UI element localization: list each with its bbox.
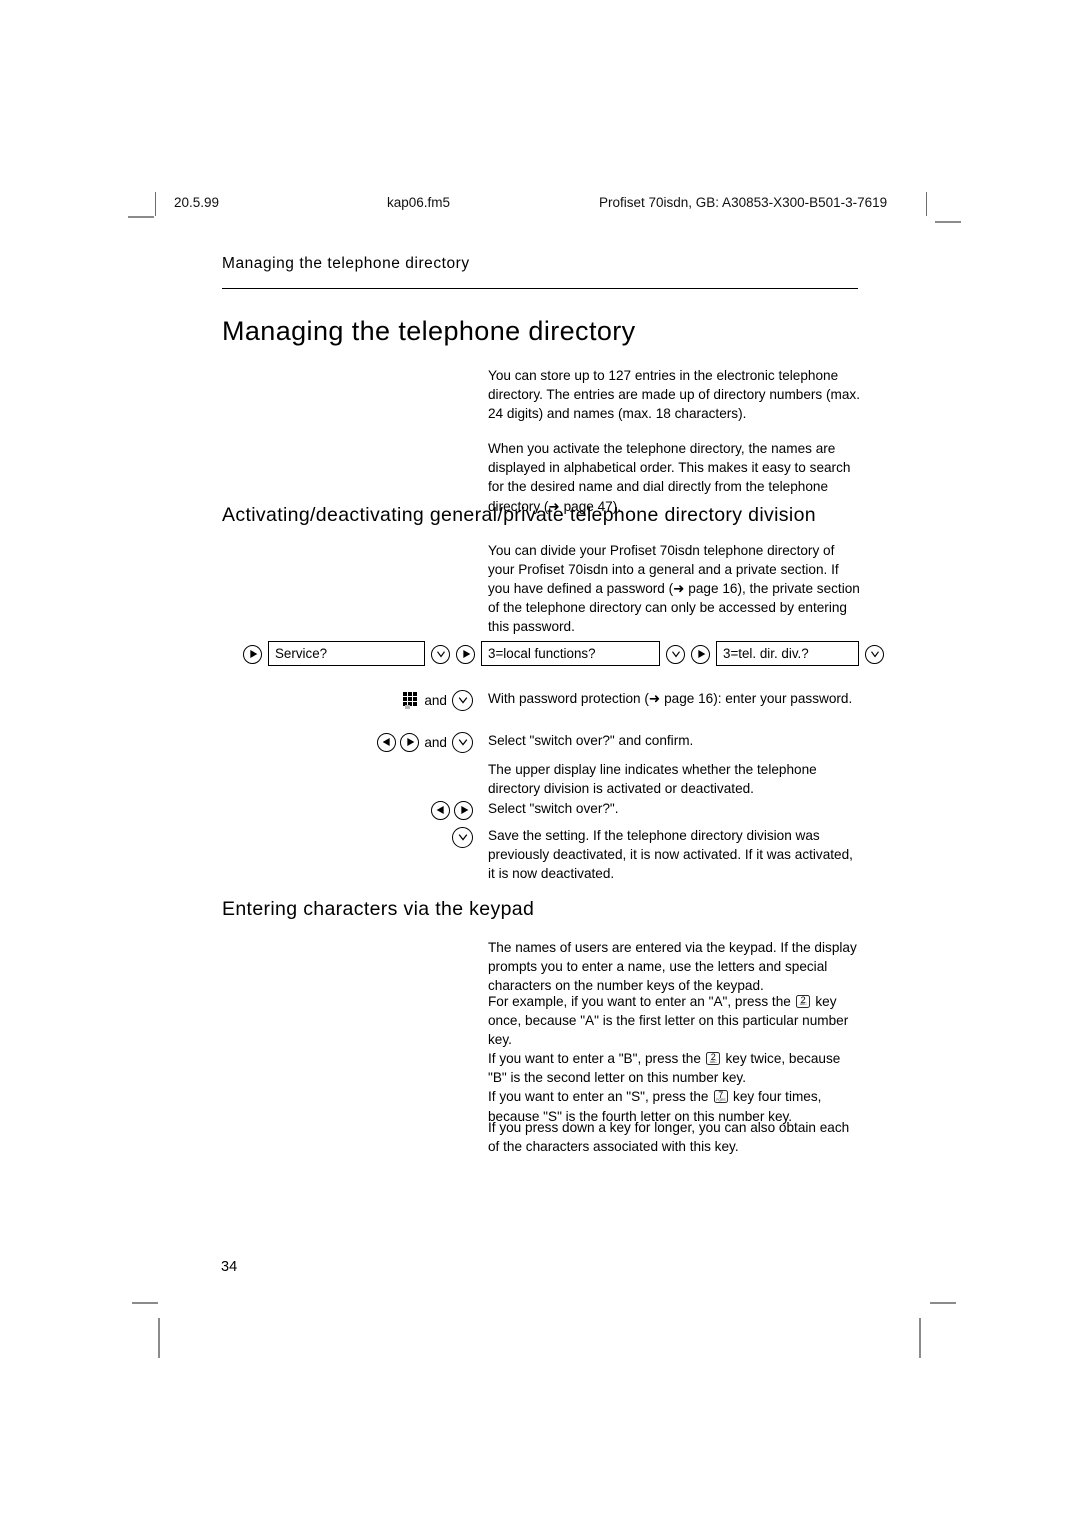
- instruction-text-display-note: The upper display line indicates whether…: [488, 762, 817, 797]
- number-key-7-icon[interactable]: 7 PQRS: [713, 1090, 728, 1104]
- sequence-step-3-confirm[interactable]: [865, 641, 884, 667]
- intro-paragraph-1: You can store up to 127 entries in the e…: [488, 368, 860, 422]
- heading-directory-division: Activating/deactivating general/private …: [222, 504, 816, 526]
- keypad-intro-block: The names of users are entered via the k…: [488, 938, 860, 995]
- header-filename: kap06.fm5: [387, 195, 451, 210]
- crop-mark-bottom-left: [132, 1302, 158, 1304]
- number-key-2-icon[interactable]: 2 ABC: [796, 995, 811, 1008]
- right-arrow-key-icon[interactable]: [691, 644, 710, 664]
- instruction-text-switch-confirm: Select "switch over?" and confirm.: [488, 733, 694, 748]
- instruction-icons-password: and: [243, 689, 473, 711]
- keypad-paragraph-1: The names of users are entered via the k…: [488, 940, 857, 994]
- example-b-text-before: If you want to enter a "B", press the: [488, 1051, 705, 1067]
- header-document-id: Profiset 70isdn, GB: A30853-X300-B501-3-…: [599, 195, 888, 210]
- right-arrow-key-icon[interactable]: [456, 644, 475, 664]
- number-key-letters: PQRS: [716, 1097, 726, 1102]
- running-head: Managing the telephone directory: [222, 255, 470, 272]
- keypad-example-a: For example, if you want to enter an "A"…: [488, 992, 860, 1049]
- keypad-paragraph-long-press: If you press down a key for longer, you …: [488, 1120, 850, 1155]
- sequence-step-1-arrow[interactable]: [243, 641, 262, 667]
- instruction-icons-switch-confirm: and: [243, 731, 473, 753]
- keypad-icon[interactable]: [403, 691, 419, 709]
- header-date: 20.5.99: [174, 195, 220, 210]
- confirm-key-icon[interactable]: [452, 826, 473, 848]
- number-key-letters: ABC: [799, 1002, 807, 1007]
- example-s-text-before: If you want to enter an "S", press the: [488, 1089, 713, 1105]
- page-title: Managing the telephone directory: [222, 316, 636, 346]
- right-arrow-key-icon[interactable]: [243, 644, 262, 664]
- right-arrow-key-icon[interactable]: [454, 800, 473, 820]
- confirm-key-icon[interactable]: [865, 644, 884, 664]
- conjunction-and: and: [424, 734, 447, 750]
- keypad-longpress-block: If you press down a key for longer, you …: [488, 1118, 860, 1156]
- conjunction-and: and: [424, 692, 447, 708]
- header-rule-left: [155, 192, 156, 216]
- instruction-text-select-switch: Select "switch over?".: [488, 801, 619, 816]
- sequence-display-tel-dir-div: 3=tel. dir. div.?: [716, 641, 859, 666]
- heading-entering-characters: Entering characters via the keypad: [222, 898, 535, 920]
- sequence-display-local-functions: 3=local functions?: [481, 641, 660, 666]
- division-paragraph: You can divide your Profiset 70isdn tele…: [488, 543, 860, 635]
- header-rule-right: [926, 192, 927, 216]
- crop-mark-bottom-left-vertical: [158, 1318, 160, 1358]
- instruction-text-password: With password protection (➜ page 16): en…: [488, 691, 853, 706]
- key-sequence-row: Service? 3=local functions? 3=tel. dir. …: [243, 641, 884, 669]
- left-arrow-key-icon[interactable]: [377, 732, 397, 752]
- intro-text-block: You can store up to 127 entries in the e…: [488, 366, 860, 516]
- confirm-key-icon[interactable]: [452, 689, 473, 711]
- confirm-key-icon[interactable]: [431, 644, 450, 664]
- number-key-2-icon[interactable]: 2 ABC: [706, 1052, 721, 1066]
- number-key-letters: ABC: [709, 1059, 717, 1064]
- confirm-key-icon[interactable]: [452, 731, 473, 753]
- confirm-key-icon[interactable]: [666, 644, 685, 664]
- instruction-icons-save-setting: [243, 826, 473, 848]
- sequence-step-2-confirm[interactable]: [666, 641, 685, 667]
- keypad-examples-block: For example, if you want to enter an "A"…: [488, 992, 860, 1126]
- sequence-step-2-arrow[interactable]: [456, 641, 475, 667]
- sequence-step-1-confirm[interactable]: [431, 641, 450, 667]
- instruction-text-save-setting: Save the setting. If the telephone direc…: [488, 828, 853, 882]
- page-number: 34: [221, 1259, 238, 1275]
- sequence-step-3-arrow[interactable]: [691, 641, 710, 667]
- running-head-rule: [222, 288, 858, 289]
- division-text-block: You can divide your Profiset 70isdn tele…: [488, 541, 860, 636]
- crop-mark-bottom-right: [930, 1302, 956, 1304]
- instruction-icons-display-note: [243, 760, 473, 782]
- crop-mark-top-left: [128, 216, 154, 218]
- example-a-text-before: For example, if you want to enter an "A"…: [488, 994, 795, 1009]
- page-header: 20.5.99 kap06.fm5 Profiset 70isdn, GB: A…: [155, 192, 927, 218]
- right-arrow-key-icon[interactable]: [400, 732, 420, 752]
- crop-mark-top-right: [935, 221, 961, 223]
- crop-mark-bottom-right-vertical: [919, 1318, 921, 1358]
- left-arrow-key-icon[interactable]: [431, 800, 450, 820]
- sequence-display-service: Service?: [268, 641, 425, 666]
- keypad-example-b: If you want to enter a "B", press the 2A…: [488, 1049, 860, 1087]
- instruction-icons-select-switch: [243, 799, 473, 821]
